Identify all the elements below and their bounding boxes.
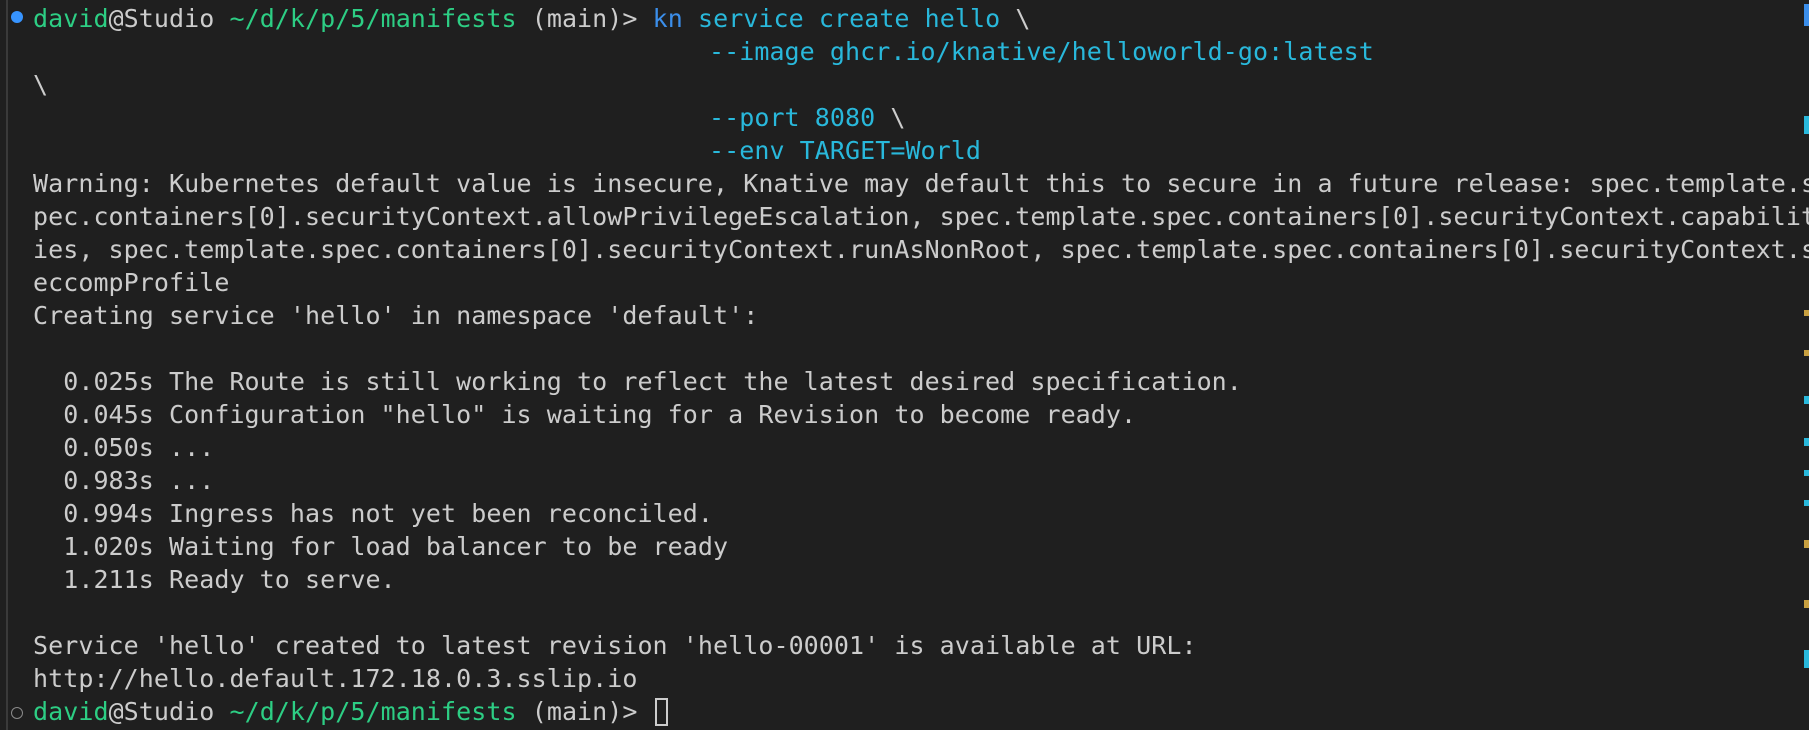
scroll-marker xyxy=(1804,350,1809,356)
scrollbar-overview[interactable] xyxy=(1803,0,1809,730)
command-decoration-pending-icon[interactable] xyxy=(11,707,23,719)
prompt-line-1: david@Studio ~/d/k/p/5/manifests (main)>… xyxy=(33,2,1030,35)
prompt-path: ~/d/k/p/5/manifests xyxy=(229,4,517,33)
command-bin: kn xyxy=(652,4,683,33)
prompt-line-2[interactable]: david@Studio ~/d/k/p/5/manifests (main)> xyxy=(33,695,668,728)
command-port-line: --port 8080 \ xyxy=(709,101,905,134)
scroll-marker xyxy=(1804,650,1809,668)
warning-line-4: eccompProfile xyxy=(33,268,230,297)
prompt-branch: (main)> xyxy=(531,697,638,726)
scroll-marker xyxy=(1804,4,1809,26)
scroll-marker xyxy=(1804,310,1809,316)
warning-line-2: pec.containers[0].securityContext.allowP… xyxy=(33,202,1809,231)
progress-step: 1.211s Ready to serve. xyxy=(33,565,396,594)
scroll-marker xyxy=(1804,500,1809,506)
prompt-user: david xyxy=(33,4,109,33)
prompt-user: david xyxy=(33,697,109,726)
command-port-continuation: \ xyxy=(890,103,906,132)
command-continuation: \ xyxy=(1015,4,1031,33)
warning-line-3: ies, spec.template.spec.containers[0].se… xyxy=(33,235,1809,264)
prompt-host: @Studio xyxy=(108,697,215,726)
command-decoration-success-icon[interactable] xyxy=(11,11,23,23)
command-env-flag: --env TARGET=World xyxy=(709,136,982,165)
scroll-marker xyxy=(1804,396,1809,404)
command-port-flag: --port 8080 xyxy=(709,103,876,132)
command-image-flag: --image ghcr.io/knative/helloworld-go:la… xyxy=(709,37,1374,66)
scroll-marker xyxy=(1804,116,1809,134)
warning-line-1: Warning: Kubernetes default value is ins… xyxy=(33,169,1809,198)
command-backslash-line: \ xyxy=(33,70,49,99)
progress-step: 1.020s Waiting for load balancer to be r… xyxy=(33,532,729,561)
progress-step: 0.025s The Route is still working to ref… xyxy=(33,367,1242,396)
creating-service-line: Creating service 'hello' in namespace 'd… xyxy=(33,301,759,330)
progress-step: 0.994s Ingress has not yet been reconcil… xyxy=(33,499,714,528)
prompt-host: @Studio xyxy=(108,4,215,33)
terminal-window[interactable]: david@Studio ~/d/k/p/5/manifests (main)>… xyxy=(0,0,1809,730)
progress-step: 0.983s ... xyxy=(33,466,215,495)
service-url[interactable]: http://hello.default.172.18.0.3.sslip.io xyxy=(33,662,637,695)
terminal-gutter xyxy=(6,0,8,730)
command-args: service create hello xyxy=(697,4,1001,33)
prompt-path: ~/d/k/p/5/manifests xyxy=(229,697,517,726)
scroll-marker xyxy=(1804,438,1809,446)
progress-step: 0.050s ... xyxy=(33,433,215,462)
prompt-branch: (main)> xyxy=(531,4,638,33)
scroll-marker xyxy=(1804,600,1809,608)
service-created-line: Service 'hello' created to latest revisi… xyxy=(33,631,1197,660)
scroll-marker xyxy=(1804,540,1809,548)
scroll-marker xyxy=(1804,470,1809,476)
text-cursor xyxy=(654,698,668,726)
progress-step: 0.045s Configuration "hello" is waiting … xyxy=(33,400,1137,429)
